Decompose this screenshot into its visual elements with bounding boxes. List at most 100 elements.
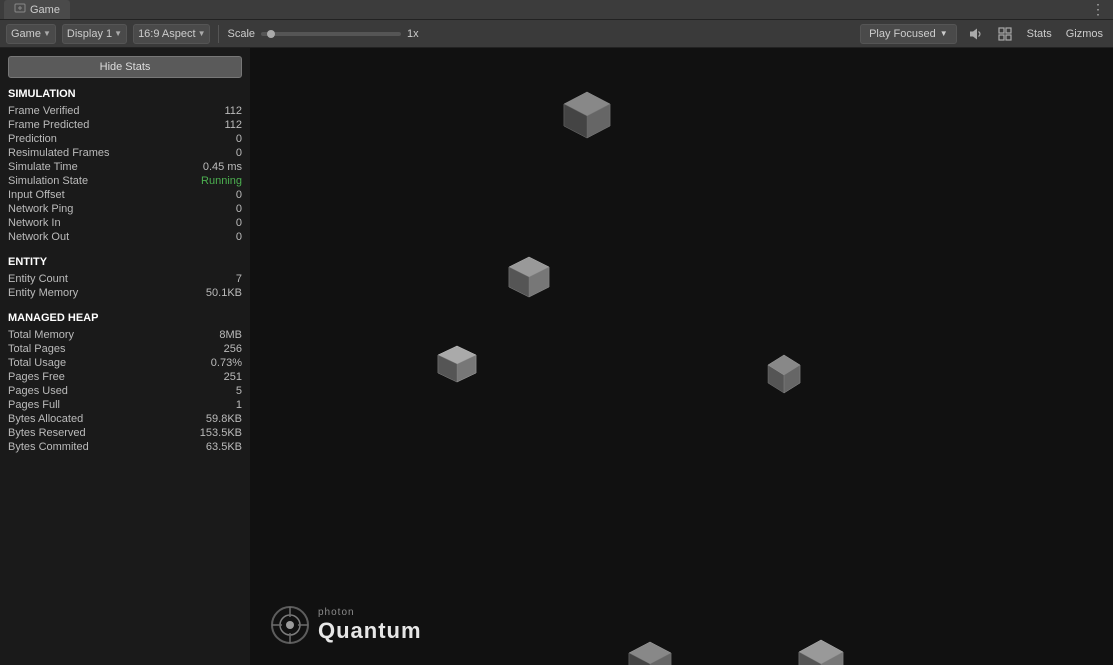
stat-row-total-pages: Total Pages 256 — [8, 342, 242, 356]
tab-list: Game — [4, 0, 70, 19]
pages-used-value: 5 — [236, 385, 242, 397]
stat-row-entity-memory: Entity Memory 50.1KB — [8, 286, 242, 300]
prediction-label: Prediction — [8, 133, 57, 145]
game-select[interactable]: Game ▼ — [6, 24, 56, 44]
stat-row-frame-predicted: Frame Predicted 112 — [8, 118, 242, 132]
stat-row-total-usage: Total Usage 0.73% — [8, 356, 242, 370]
tab-game[interactable]: Game — [4, 0, 70, 19]
cube-1 — [560, 88, 615, 143]
tab-more-icon[interactable]: ⋮ — [1087, 1, 1109, 18]
stats-button[interactable]: Stats — [1023, 26, 1056, 42]
pages-full-value: 1 — [236, 399, 242, 411]
total-pages-label: Total Pages — [8, 343, 65, 355]
prediction-value: 0 — [236, 133, 242, 145]
stat-row-total-memory: Total Memory 8MB — [8, 328, 242, 342]
stat-row-network-ping: Network Ping 0 — [8, 202, 242, 216]
bytes-committed-label: Bytes Commited — [8, 441, 89, 453]
photon-label: photon — [318, 607, 422, 618]
game-viewport[interactable]: photon Quantum — [250, 48, 1113, 665]
stat-row-entity-count: Entity Count 7 — [8, 272, 242, 286]
stat-row-pages-full: Pages Full 1 — [8, 398, 242, 412]
pages-full-label: Pages Full — [8, 399, 60, 411]
play-focused-button[interactable]: Play Focused ▼ — [860, 24, 957, 44]
stat-row-network-in: Network In 0 — [8, 216, 242, 230]
pages-free-label: Pages Free — [8, 371, 65, 383]
hide-stats-button[interactable]: Hide Stats — [8, 56, 242, 78]
network-ping-value: 0 — [236, 203, 242, 215]
entity-count-label: Entity Count — [8, 273, 68, 285]
simulation-section-title: SIMULATION — [8, 88, 242, 100]
stat-row-resimulated-frames: Resimulated Frames 0 — [8, 146, 242, 160]
audio-icon-button[interactable] — [963, 24, 987, 44]
total-usage-value: 0.73% — [211, 357, 242, 369]
network-in-value: 0 — [236, 217, 242, 229]
stat-row-bytes-reserved: Bytes Reserved 153.5KB — [8, 426, 242, 440]
entity-memory-label: Entity Memory — [8, 287, 78, 299]
cube-6 — [795, 636, 847, 665]
spacer-1 — [8, 244, 242, 250]
cube-3 — [435, 343, 479, 387]
game-select-label: Game — [11, 28, 41, 40]
stat-row-prediction: Prediction 0 — [8, 132, 242, 146]
pages-free-value: 251 — [224, 371, 242, 383]
scale-label: Scale — [227, 28, 255, 40]
toolbar-right: Play Focused ▼ Stats Gizmos — [860, 24, 1107, 44]
cube-5 — [625, 638, 675, 665]
stat-row-input-offset: Input Offset 0 — [8, 188, 242, 202]
game-tab-label: Game — [30, 4, 60, 16]
network-ping-label: Network Ping — [8, 203, 73, 215]
game-select-arrow: ▼ — [43, 29, 51, 38]
aspect-select[interactable]: 16:9 Aspect ▼ — [133, 24, 210, 44]
cube-4 — [765, 353, 803, 401]
bytes-reserved-label: Bytes Reserved — [8, 427, 86, 439]
stat-row-network-out: Network Out 0 — [8, 230, 242, 244]
display-select-arrow: ▼ — [114, 29, 122, 38]
grid-icon-button[interactable] — [993, 24, 1017, 44]
stat-row-pages-used: Pages Used 5 — [8, 384, 242, 398]
resimulated-frames-value: 0 — [236, 147, 242, 159]
display-select-label: Display 1 — [67, 28, 112, 40]
aspect-select-label: 16:9 Aspect — [138, 28, 196, 40]
tab-bar: Game ⋮ — [0, 0, 1113, 20]
display-select[interactable]: Display 1 ▼ — [62, 24, 127, 44]
simulate-time-value: 0.45 ms — [203, 161, 242, 173]
bytes-committed-value: 63.5KB — [206, 441, 242, 453]
frame-verified-label: Frame Verified — [8, 105, 80, 117]
pages-used-label: Pages Used — [8, 385, 68, 397]
stat-row-simulation-state: Simulation State Running — [8, 174, 242, 188]
simulate-time-label: Simulate Time — [8, 161, 78, 173]
gizmos-button[interactable]: Gizmos — [1062, 26, 1107, 42]
entity-section-title: ENTITY — [8, 256, 242, 268]
photon-logo-text: photon Quantum — [318, 607, 422, 644]
entity-count-value: 7 — [236, 273, 242, 285]
scale-slider-thumb — [267, 30, 275, 38]
photon-logo-icon — [270, 605, 310, 645]
stat-row-bytes-allocated: Bytes Allocated 59.8KB — [8, 412, 242, 426]
photon-quantum-logo: photon Quantum — [270, 605, 422, 645]
network-out-value: 0 — [236, 231, 242, 243]
scale-slider[interactable] — [261, 32, 401, 36]
bytes-reserved-value: 153.5KB — [200, 427, 242, 439]
frame-verified-value: 112 — [224, 105, 242, 117]
input-offset-label: Input Offset — [8, 189, 65, 201]
stats-panel: Hide Stats SIMULATION Frame Verified 112… — [0, 48, 250, 665]
main-content: Hide Stats SIMULATION Frame Verified 112… — [0, 48, 1113, 665]
play-focused-label: Play Focused — [869, 28, 936, 40]
frame-predicted-label: Frame Predicted — [8, 119, 89, 131]
bytes-allocated-label: Bytes Allocated — [8, 413, 83, 425]
input-offset-value: 0 — [236, 189, 242, 201]
toolbar: Game ▼ Display 1 ▼ 16:9 Aspect ▼ Scale 1… — [0, 20, 1113, 48]
simulation-state-value: Running — [201, 175, 242, 187]
entity-memory-value: 50.1KB — [206, 287, 242, 299]
simulation-state-label: Simulation State — [8, 175, 88, 187]
total-memory-label: Total Memory — [8, 329, 74, 341]
total-pages-value: 256 — [224, 343, 242, 355]
game-tab-icon — [14, 2, 26, 17]
stat-row-pages-free: Pages Free 251 — [8, 370, 242, 384]
network-out-label: Network Out — [8, 231, 69, 243]
toolbar-divider-1 — [218, 25, 219, 43]
network-in-label: Network In — [8, 217, 61, 229]
stat-row-frame-verified: Frame Verified 112 — [8, 104, 242, 118]
stat-row-bytes-committed: Bytes Commited 63.5KB — [8, 440, 242, 454]
bytes-allocated-value: 59.8KB — [206, 413, 242, 425]
